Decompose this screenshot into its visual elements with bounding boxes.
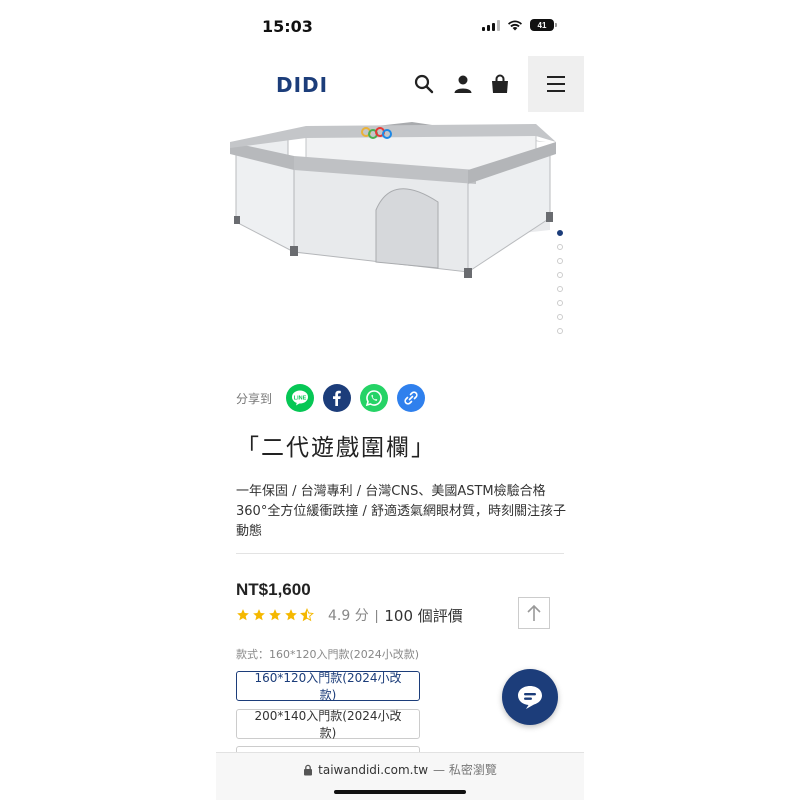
hamburger-icon[interactable] [528, 56, 584, 112]
product-description: 一年保固 / 台灣專利 / 台灣CNS、美國ASTM檢驗合格360°全方位緩衝跌… [236, 484, 566, 539]
product-title: 「二代遊戲圍欄」 [236, 435, 436, 461]
star-icon [269, 609, 281, 621]
rating-row[interactable]: 4.9 分 | 100 個評價 [236, 604, 463, 626]
arrow-up-icon [527, 604, 541, 621]
svg-text:LINE: LINE [294, 396, 307, 402]
gallery-dot[interactable] [557, 244, 563, 250]
variant-option-160x120[interactable]: 160*120入門款(2024小改款) [236, 671, 420, 702]
line-icon: LINE [292, 390, 309, 406]
gallery-dot[interactable] [557, 328, 563, 334]
url-row[interactable]: taiwandidi.com.tw — 私密瀏覽 [216, 761, 584, 778]
chat-button[interactable] [502, 669, 558, 725]
rating-score: 4.9 分 [328, 608, 369, 624]
shopping-bag-icon[interactable] [488, 72, 512, 96]
wifi-icon [508, 20, 522, 31]
gallery-dot[interactable] [557, 314, 563, 320]
divider [236, 553, 564, 554]
star-icon [285, 609, 297, 621]
status-bar: 15:03 41 [216, 0, 584, 56]
phone-screen: 15:03 41 DIDI 分享到 LINE 「二代遊戲圍欄」 一年保固 / 台… [216, 0, 584, 800]
private-browsing-note: — 私密瀏覽 [433, 763, 497, 777]
gallery-dot[interactable] [557, 258, 563, 264]
lock-icon [304, 764, 313, 775]
star-icon [237, 609, 249, 621]
facebook-share-button[interactable] [323, 384, 352, 412]
review-count[interactable]: 100 個評價 [384, 605, 462, 626]
home-indicator[interactable] [334, 790, 466, 794]
search-icon[interactable] [412, 72, 436, 96]
status-icons: 41 [482, 19, 557, 31]
status-time: 15:03 [262, 17, 313, 36]
browser-address-bar[interactable]: taiwandidi.com.tw — 私密瀏覽 [216, 752, 584, 800]
variant-option-200x140[interactable]: 200*140入門款(2024小改款) [236, 709, 420, 740]
star-icon [253, 609, 265, 621]
gallery-pagination[interactable] [557, 230, 563, 334]
playpen-image [216, 112, 584, 362]
gallery-dot-active[interactable] [557, 230, 563, 236]
cellular-signal-icon [482, 19, 500, 31]
site-header: DIDI [216, 56, 584, 112]
share-row: 分享到 LINE [236, 384, 434, 412]
gallery-dot[interactable] [557, 300, 563, 306]
product-price: NT$1,600 [236, 580, 311, 599]
whatsapp-icon [365, 390, 382, 407]
gallery-dot[interactable] [557, 272, 563, 278]
whatsapp-share-button[interactable] [360, 384, 389, 412]
rating-separator: | [374, 607, 379, 623]
star-half-icon [300, 608, 314, 622]
chat-bubble-icon [518, 686, 542, 709]
back-to-top-button[interactable] [518, 597, 550, 629]
star-rating [236, 608, 314, 622]
site-logo[interactable]: DIDI [276, 73, 328, 97]
battery-icon: 41 [530, 19, 557, 31]
share-label: 分享到 [236, 391, 273, 406]
line-share-button[interactable]: LINE [286, 384, 315, 412]
copy-link-button[interactable] [397, 384, 426, 412]
battery-level: 41 [537, 20, 547, 30]
url-text[interactable]: taiwandidi.com.tw [318, 763, 428, 777]
facebook-icon [333, 390, 341, 406]
link-icon [404, 391, 418, 405]
gallery-dot[interactable] [557, 286, 563, 292]
product-image-gallery[interactable] [216, 112, 584, 362]
variant-label: 款式：160*120入門款(2024小改款) [236, 648, 420, 661]
user-icon[interactable] [451, 72, 475, 96]
